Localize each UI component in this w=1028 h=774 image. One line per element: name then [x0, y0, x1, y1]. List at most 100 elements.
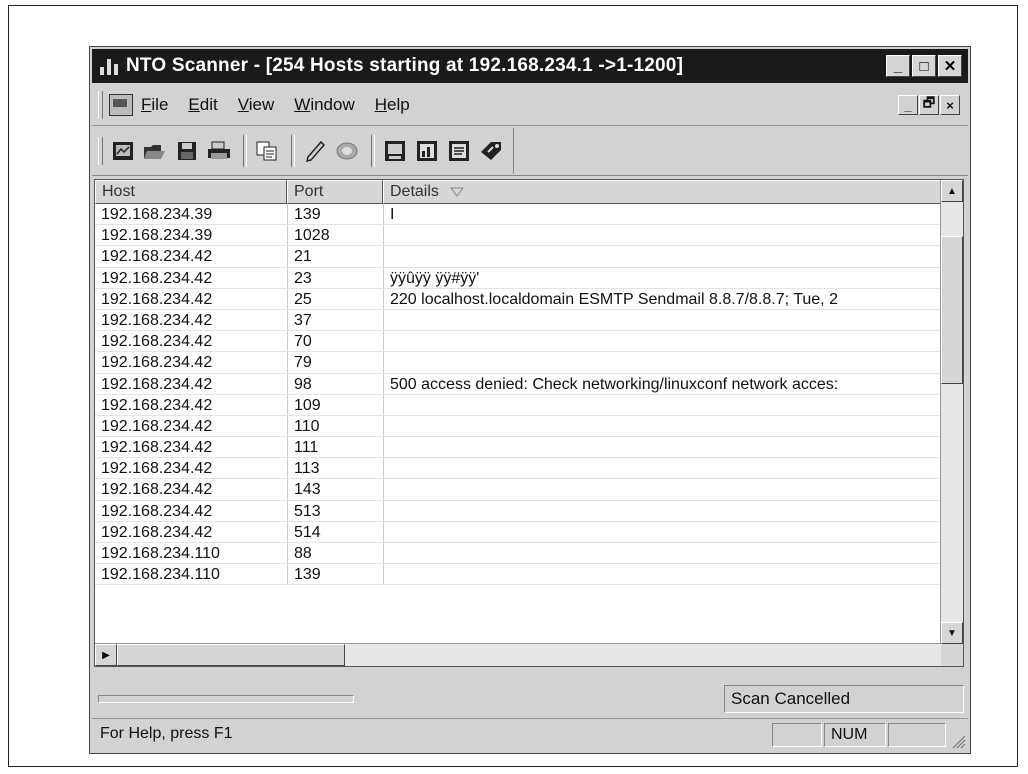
resize-grip-icon[interactable]	[950, 733, 966, 749]
copy-icon[interactable]	[253, 137, 281, 165]
host-cell: 192.168.234.42	[101, 417, 213, 435]
app-window: NTO Scanner - [254 Hosts starting at 192…	[89, 46, 971, 754]
vertical-scroll-thumb[interactable]	[941, 236, 963, 384]
table-row[interactable]: 192.168.234.42 37	[95, 309, 941, 332]
figure-frame: NTO Scanner - [254 Hosts starting at 192…	[8, 5, 1018, 767]
scroll-corner	[941, 644, 963, 666]
host-cell: 192.168.234.42	[101, 248, 213, 266]
details-cell	[383, 543, 941, 564]
list-header: Host Port Details	[95, 180, 941, 204]
table-row[interactable]: 192.168.234.42 98 500 access denied: Check…	[95, 373, 941, 395]
port-cell: 1028	[287, 225, 383, 246]
table-row[interactable]: 192.168.234.42 514	[95, 521, 941, 543]
details-cell	[383, 225, 941, 246]
details-cell	[383, 458, 941, 479]
results-list[interactable]: Host Port Details 192.168.234.39 139 I 192.…	[94, 179, 964, 667]
table-row[interactable]: 192.168.234.42 79	[95, 352, 941, 374]
details-cell	[383, 331, 941, 352]
column-header-port[interactable]: Port	[287, 180, 383, 204]
port-cell: 113	[287, 458, 383, 479]
table-row[interactable]: 192.168.234.42 113	[95, 458, 941, 480]
details-cell	[383, 521, 941, 542]
host-cell: 192.168.234.42	[101, 481, 213, 499]
host-cell: 192.168.234.42	[101, 460, 213, 478]
menu-view[interactable]: View	[238, 95, 275, 115]
scroll-right-arrow-icon[interactable]: ▶	[95, 644, 117, 666]
table-row[interactable]: 192.168.234.42 111	[95, 437, 941, 459]
horizontal-scroll-thumb[interactable]	[117, 644, 345, 666]
minimize-button[interactable]: _	[886, 55, 910, 77]
scroll-up-arrow-icon[interactable]: ▲	[941, 180, 963, 202]
table-row[interactable]: 192.168.234.110 88	[95, 543, 941, 565]
menu-edit[interactable]: Edit	[188, 95, 217, 115]
menu-bar: File Edit View Window Help _ 🗗 ×	[92, 85, 968, 126]
document-window-icon[interactable]	[109, 94, 133, 116]
open-icon[interactable]	[141, 137, 169, 165]
list-rows: 192.168.234.39 139 I 192.168.234.39 1028 192.…	[95, 204, 941, 586]
child-restore-button[interactable]: 🗗	[919, 95, 939, 115]
menu-window[interactable]: Window	[294, 95, 354, 115]
table-row[interactable]: 192.168.234.42 143	[95, 479, 941, 501]
host-cell: 192.168.234.39	[101, 206, 213, 223]
vertical-scrollbar[interactable]: ▲ ▼	[940, 180, 963, 644]
port-cell: 514	[287, 521, 383, 542]
port-cell: 98	[287, 373, 383, 394]
table-row[interactable]: 192.168.234.39 1028	[95, 225, 941, 247]
port-cell: 139	[287, 564, 383, 585]
details-cell	[383, 415, 941, 437]
host-cell: 192.168.234.42	[101, 311, 213, 329]
table-row[interactable]: 192.168.234.42 23 ÿÿûÿÿ ÿÿ#ÿÿ'	[95, 267, 941, 289]
menu-file[interactable]: File	[141, 95, 168, 115]
scroll-down-arrow-icon[interactable]: ▼	[941, 622, 963, 644]
table-row[interactable]: 192.168.234.42 21	[95, 246, 941, 268]
menu-help[interactable]: Help	[375, 95, 410, 115]
status-panel-caps	[772, 723, 822, 747]
table-row[interactable]: 192.168.234.42 70	[95, 331, 941, 353]
maximize-button[interactable]: □	[912, 55, 936, 77]
print-icon[interactable]	[205, 137, 233, 165]
host-cell: 192.168.234.42	[101, 439, 213, 457]
tag-icon[interactable]	[477, 137, 505, 165]
table-row[interactable]: 192.168.234.42 110	[95, 415, 941, 438]
close-button[interactable]: ✕	[938, 55, 962, 77]
details-cell	[383, 479, 941, 500]
menu-grip[interactable]	[98, 91, 103, 119]
host-cell: 192.168.234.42	[101, 333, 213, 351]
new-scan-icon[interactable]	[109, 137, 137, 165]
port-cell: 79	[287, 352, 383, 373]
table-row[interactable]: 192.168.234.42 513	[95, 500, 941, 522]
details-cell	[383, 309, 941, 331]
target-icon[interactable]	[333, 137, 361, 165]
port-cell: 37	[287, 309, 383, 331]
title-bar[interactable]: NTO Scanner - [254 Hosts starting at 192…	[92, 49, 968, 83]
save-icon[interactable]	[173, 137, 201, 165]
table-row[interactable]: 192.168.234.42 25 220 localhost.localdomai…	[95, 288, 941, 310]
details-cell	[383, 500, 941, 521]
port-cell: 139	[287, 204, 383, 225]
chart-icon[interactable]	[413, 137, 441, 165]
port-cell: 88	[287, 543, 383, 564]
toolbar	[92, 127, 968, 176]
horizontal-scrollbar[interactable]: ◀ ▶	[95, 643, 941, 666]
toolbar-grip[interactable]	[98, 137, 103, 165]
table-row[interactable]: 192.168.234.42 109	[95, 394, 941, 416]
status-panel-scroll	[888, 723, 946, 747]
scan-status: Scan Cancelled	[724, 685, 964, 713]
column-header-details[interactable]: Details	[383, 180, 941, 204]
document-icon[interactable]	[445, 137, 473, 165]
report-icon[interactable]	[381, 137, 409, 165]
table-row[interactable]: 192.168.234.39 139 I	[95, 204, 941, 226]
column-header-host[interactable]: Host	[95, 180, 287, 204]
port-cell: 25	[287, 288, 383, 309]
details-cell	[383, 564, 941, 585]
pen-icon[interactable]	[301, 137, 329, 165]
port-cell: 23	[287, 267, 383, 288]
details-cell	[383, 394, 941, 415]
table-row[interactable]: 192.168.234.110 139	[95, 564, 941, 586]
child-close-button[interactable]: ×	[940, 95, 960, 115]
app-icon	[98, 55, 120, 77]
port-cell: 513	[287, 500, 383, 521]
status-panel-num: NUM	[824, 723, 886, 747]
child-minimize-button[interactable]: _	[898, 95, 918, 115]
details-cell: ÿÿûÿÿ ÿÿ#ÿÿ'	[383, 267, 941, 288]
